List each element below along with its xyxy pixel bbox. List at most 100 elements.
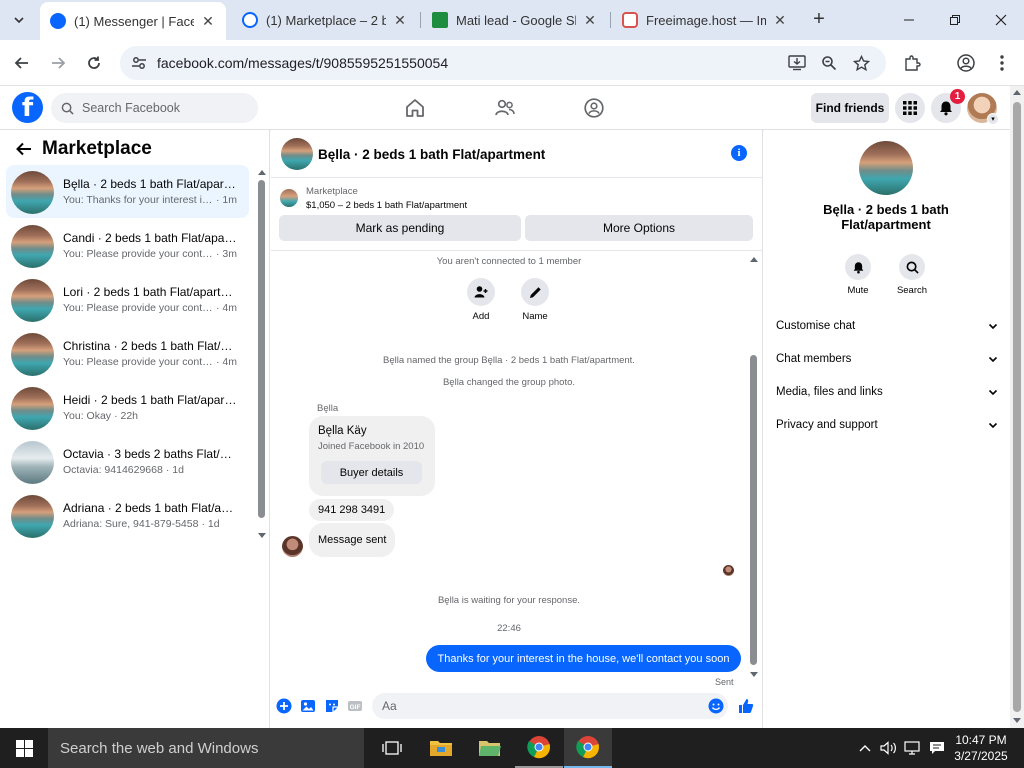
sticker-icon[interactable] [324,698,340,714]
outgoing-message[interactable]: Thanks for your interest in the house, w… [426,645,741,672]
browser-menu-button[interactable] [990,51,1014,75]
chevron-down-icon [988,323,998,330]
action-center-button[interactable] [926,728,948,768]
tab-freeimage[interactable]: Freeimage.host — Ima ✕ [612,4,798,36]
search-conversation-action[interactable]: Search [887,254,937,296]
puzzle-icon [905,55,921,71]
scroll-down-arrow[interactable] [750,672,758,677]
plus-circle-icon[interactable] [276,698,292,714]
privacy-support-section[interactable]: Privacy and support [776,413,998,437]
scroll-up-arrow[interactable] [258,170,266,175]
close-tab-icon[interactable]: ✕ [392,12,408,29]
start-button[interactable] [0,728,48,768]
chat-list-item[interactable]: Heidi · 2 beds 1 bath Flat/apartment You… [6,381,249,434]
chat-list-item[interactable]: Candi · 2 beds 1 bath Flat/apartment You… [6,219,249,272]
photo-icon[interactable] [300,698,316,714]
info-icon[interactable]: i [731,145,747,161]
chat-list-item[interactable]: Adriana · 2 beds 1 bath Flat/apartment A… [6,489,249,542]
taskbar-search-input[interactable] [60,739,350,757]
chat-members-section[interactable]: Chat members [776,347,998,371]
find-friends-button[interactable]: Find friends [811,93,889,123]
media-files-links-section[interactable]: Media, files and links [776,380,998,404]
scrollbar-thumb[interactable] [750,355,757,665]
file-manager-button[interactable] [466,728,514,768]
close-tab-icon[interactable]: ✕ [772,12,788,29]
listing-title[interactable]: $1,050 – 2 beds 1 bath Flat/apartment [306,200,467,211]
site-info-icon[interactable] [130,54,148,72]
chrome-button[interactable] [515,728,563,768]
sender-avatar[interactable] [282,536,303,557]
tab-messenger[interactable]: (1) Messenger | Facebo ✕ [40,2,226,40]
conversation-avatar[interactable] [281,138,313,170]
taskbar-clock[interactable]: 10:47 PM 3/27/2025 [952,732,1010,764]
close-window-button[interactable] [978,6,1024,34]
facebook-search-input[interactable] [82,101,242,115]
chrome-active-button[interactable] [564,728,612,768]
show-hidden-icons-button[interactable] [852,728,878,768]
chat-list-scrollbar[interactable] [257,170,266,540]
tab-search-button[interactable] [6,8,32,32]
scroll-up-arrow[interactable] [1013,90,1021,95]
taskbar-search[interactable] [48,728,364,768]
new-tab-button[interactable]: + [806,8,832,32]
chat-avatar [11,441,54,484]
install-app-button[interactable] [787,54,807,72]
task-view-icon [382,741,402,755]
name-group-action[interactable]: Name [515,278,555,322]
extensions-button[interactable] [900,51,924,75]
tab-google-sheets[interactable]: Mati lead - Google She ✕ [422,4,608,36]
chat-list-item[interactable]: Lori · 2 beds 1 bath Flat/apartment You:… [6,273,249,326]
menu-button[interactable] [895,93,925,123]
chevron-down-icon[interactable]: ▾ [987,113,999,125]
buyer-details-button[interactable]: Buyer details [321,461,422,484]
gif-icon[interactable]: GIF [347,698,363,714]
message-input[interactable] [372,693,728,719]
close-tab-icon[interactable]: ✕ [200,13,216,30]
minimize-button[interactable] [886,6,932,34]
file-explorer-button[interactable] [417,728,465,768]
page-scrollbar[interactable] [1010,86,1024,728]
scrollbar-thumb[interactable] [1013,102,1021,712]
arrow-left-icon[interactable] [14,139,34,159]
scrollbar-thumb[interactable] [258,180,265,518]
task-view-button[interactable] [368,728,416,768]
more-options-button[interactable]: More Options [525,215,753,241]
zoom-button[interactable] [819,54,839,72]
thumbs-up-icon[interactable] [738,698,754,714]
mark-as-pending-button[interactable]: Mark as pending [279,215,521,241]
reload-button[interactable] [82,51,106,75]
scroll-down-arrow[interactable] [1013,718,1021,723]
tab-marketplace[interactable]: (1) Marketplace – 2 be ✕ [232,4,418,36]
friends-icon[interactable] [494,97,516,119]
conversation-title[interactable]: Bęlla · 2 beds 1 bath Flat/apartment [318,147,545,162]
group-avatar[interactable] [859,141,913,195]
facebook-logo[interactable]: f [12,92,43,123]
profile-button[interactable] [954,51,978,75]
scroll-up-arrow[interactable] [750,257,758,262]
customise-chat-section[interactable]: Customise chat [776,314,998,338]
incoming-message[interactable]: Message sent [309,523,396,557]
incoming-message[interactable]: 941 298 3491 [309,499,395,521]
chat-list-item[interactable]: Octavia · 3 beds 2 baths Flat/apartment … [6,435,249,488]
chat-list-item[interactable]: Christina · 2 beds 1 bath Flat/apartment… [6,327,249,380]
mute-action[interactable]: Mute [833,254,883,296]
chat-time: · 4m [216,302,237,314]
scroll-down-arrow[interactable] [258,533,266,538]
volume-button[interactable] [878,728,900,768]
listing-thumbnail[interactable] [280,189,298,207]
groups-icon[interactable] [583,97,605,119]
restore-button[interactable] [932,6,978,34]
add-member-action[interactable]: Add [461,278,501,322]
url-text[interactable]: facebook.com/messages/t/9085595251550054 [157,55,448,71]
emoji-icon[interactable] [708,698,724,714]
bookmark-button[interactable] [851,54,871,72]
address-bar[interactable]: facebook.com/messages/t/9085595251550054 [120,46,886,80]
back-button[interactable] [10,51,34,75]
chat-list-item[interactable]: Bęlla · 2 beds 1 bath Flat/apartment You… [6,165,249,218]
network-button[interactable] [902,728,924,768]
conversation-scrollbar[interactable] [749,252,759,680]
facebook-search[interactable] [51,93,258,123]
home-icon[interactable] [404,97,426,119]
forward-button[interactable] [46,51,70,75]
close-tab-icon[interactable]: ✕ [582,12,598,29]
